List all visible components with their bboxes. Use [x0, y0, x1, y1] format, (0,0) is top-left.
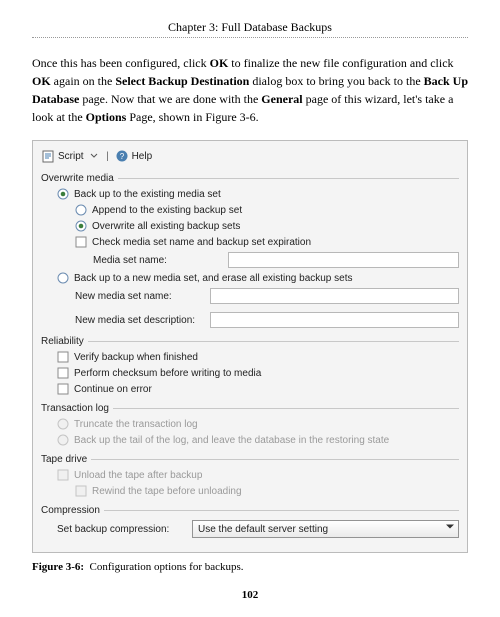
compression-combobox[interactable]: Use the default server setting	[192, 520, 459, 538]
group-reliability: Reliability Verify backup when finished …	[41, 336, 459, 399]
radio-overwrite-all[interactable]: Overwrite all existing backup sets	[57, 218, 459, 234]
figure-caption: Figure 3-6: Configuration options for ba…	[32, 561, 468, 573]
radio-icon	[75, 220, 87, 232]
checkbox-label: Rewind the tape before unloading	[92, 486, 242, 497]
script-icon	[41, 149, 55, 163]
chevron-down-icon	[446, 524, 454, 535]
group-title: Transaction log	[41, 403, 109, 414]
checkbox-icon	[57, 383, 69, 395]
header-rule	[32, 37, 468, 38]
radio-truncate-log: Truncate the transaction log	[57, 416, 459, 432]
help-button[interactable]: Help	[132, 151, 153, 162]
checkbox-icon	[57, 351, 69, 363]
radio-new-media[interactable]: Back up to a new media set, and erase al…	[57, 270, 459, 286]
radio-label: Back up to a new media set, and erase al…	[74, 273, 353, 284]
chapter-title: Chapter 3: Full Database Backups	[32, 20, 468, 35]
checkbox-icon	[57, 367, 69, 379]
group-title: Overwrite media	[41, 173, 114, 184]
media-set-name-input[interactable]	[228, 252, 459, 268]
radio-existing-media[interactable]: Back up to the existing media set	[57, 186, 459, 202]
checkbox-label: Continue on error	[74, 384, 152, 395]
checkbox-verify[interactable]: Verify backup when finished	[57, 349, 459, 365]
field-label: New media set description:	[75, 315, 205, 326]
new-media-name-input[interactable]	[210, 288, 459, 304]
radio-backup-tail: Back up the tail of the log, and leave t…	[57, 432, 459, 448]
field-media-set-name: Media set name:	[57, 250, 459, 270]
group-title: Reliability	[41, 336, 84, 347]
field-label: Media set name:	[93, 255, 223, 266]
checkbox-label: Check media set name and backup set expi…	[92, 237, 311, 248]
field-label: Set backup compression:	[57, 524, 187, 535]
radio-icon	[57, 434, 69, 446]
field-compression: Set backup compression: Use the default …	[57, 518, 459, 540]
radio-label: Overwrite all existing backup sets	[92, 221, 240, 232]
body-paragraph: Once this has been configured, click OK …	[32, 54, 468, 126]
help-icon: ?	[115, 149, 129, 163]
radio-icon	[57, 188, 69, 200]
checkbox-label: Verify backup when finished	[74, 352, 198, 363]
radio-icon	[75, 204, 87, 216]
radio-label: Back up to the existing media set	[74, 189, 221, 200]
group-transaction-log: Transaction log Truncate the transaction…	[41, 403, 459, 450]
svg-text:?: ?	[119, 152, 124, 161]
script-button[interactable]: Script	[58, 149, 101, 163]
dialog-toolbar: Script | ? Help	[41, 147, 459, 169]
checkbox-label: Unload the tape after backup	[74, 470, 202, 481]
group-overwrite-media: Overwrite media Back up to the existing …	[41, 173, 459, 332]
chevron-down-icon	[87, 149, 101, 163]
group-compression: Compression Set backup compression: Use …	[41, 505, 459, 542]
radio-icon	[57, 272, 69, 284]
checkbox-icon	[75, 236, 87, 248]
group-title: Tape drive	[41, 454, 87, 465]
script-label: Script	[58, 151, 84, 162]
radio-icon	[57, 418, 69, 430]
combo-value: Use the default server setting	[198, 524, 328, 535]
page-number: 102	[32, 589, 468, 601]
field-label: New media set name:	[75, 291, 205, 302]
radio-append[interactable]: Append to the existing backup set	[57, 202, 459, 218]
radio-label: Truncate the transaction log	[74, 419, 198, 430]
field-new-media-desc: New media set description:	[57, 310, 459, 330]
checkbox-label: Perform checksum before writing to media	[74, 368, 261, 379]
options-dialog: Script | ? Help Overwrite media Back up …	[32, 140, 468, 553]
help-label: Help	[132, 151, 153, 162]
checkbox-icon	[75, 485, 87, 497]
radio-label: Back up the tail of the log, and leave t…	[74, 435, 389, 446]
radio-label: Append to the existing backup set	[92, 205, 242, 216]
checkbox-unload-tape: Unload the tape after backup	[57, 467, 459, 483]
group-title: Compression	[41, 505, 100, 516]
checkbox-continue[interactable]: Continue on error	[57, 381, 459, 397]
group-tape-drive: Tape drive Unload the tape after backup …	[41, 454, 459, 501]
checkbox-check-media[interactable]: Check media set name and backup set expi…	[57, 234, 459, 250]
checkbox-rewind-tape: Rewind the tape before unloading	[57, 483, 459, 499]
checkbox-checksum[interactable]: Perform checksum before writing to media	[57, 365, 459, 381]
field-new-media-name: New media set name:	[57, 286, 459, 306]
new-media-desc-input[interactable]	[210, 312, 459, 328]
checkbox-icon	[57, 469, 69, 481]
toolbar-separator: |	[104, 151, 112, 162]
